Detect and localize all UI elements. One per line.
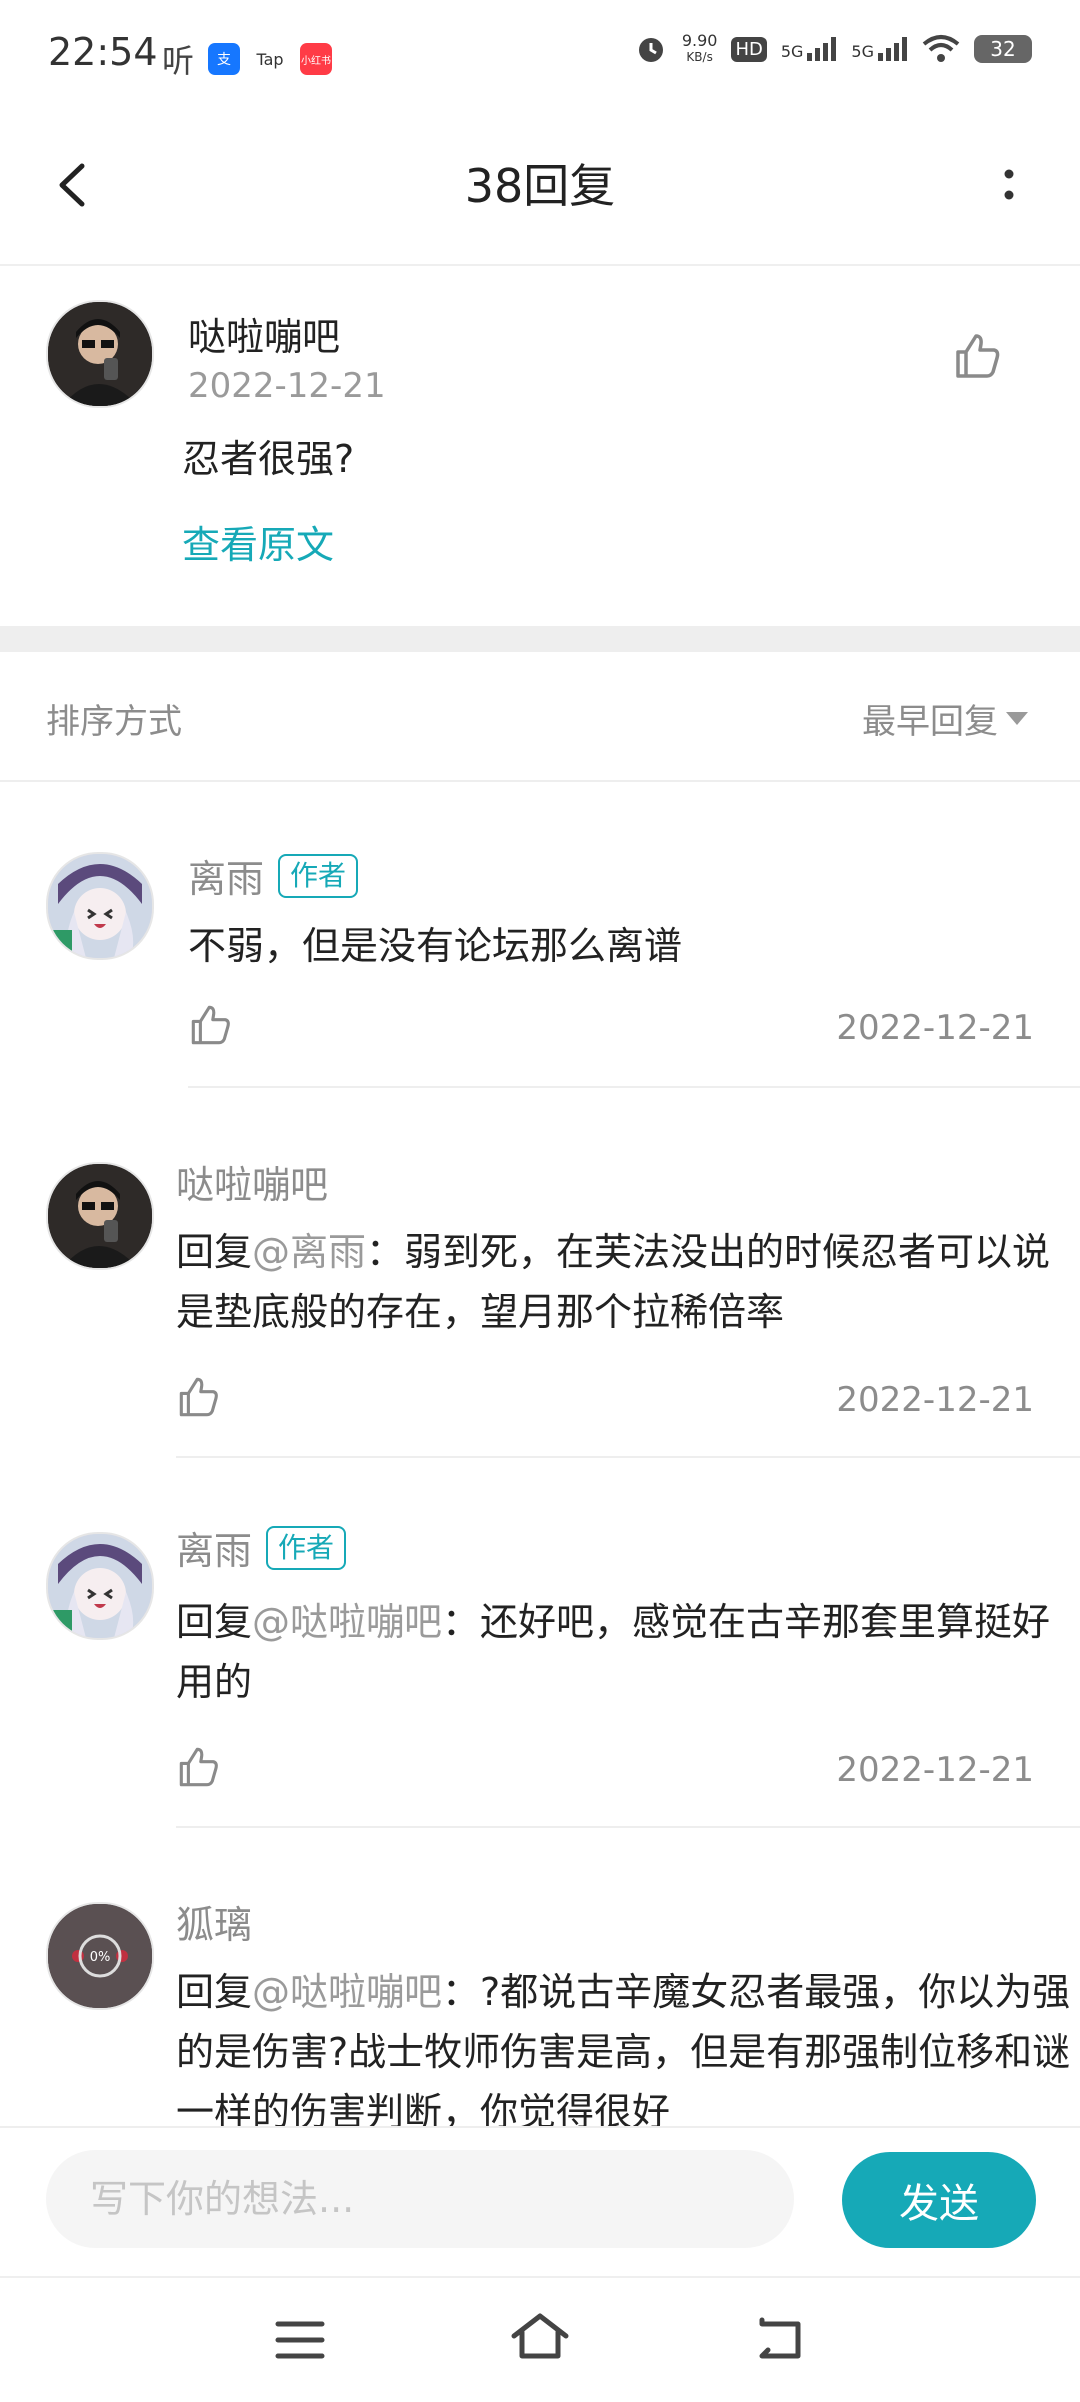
send-button[interactable]: 发送 bbox=[842, 2152, 1036, 2248]
back-nav-button[interactable] bbox=[748, 2312, 812, 2372]
anime-avatar-image bbox=[48, 1534, 152, 1638]
original-comment: 哒啦嘣吧 2022-12-21 忍者很强? 查看原文 bbox=[0, 266, 1080, 626]
reply-date: 2022-12-21 bbox=[836, 1008, 1034, 1048]
comment-text: 忍者很强? bbox=[182, 437, 355, 481]
loading-avatar-image: 0% bbox=[48, 1904, 152, 2008]
thumbs-up-icon bbox=[191, 1005, 230, 1045]
reply-item: 离雨 作者 不弱，但是没有论坛那么离谱 2022-12-21 bbox=[0, 780, 1080, 1090]
menu-icon bbox=[275, 2321, 325, 2359]
caret-down-icon bbox=[1006, 712, 1028, 725]
avatar[interactable] bbox=[46, 1162, 154, 1270]
network-speed: 9.90 KB/s bbox=[681, 31, 718, 65]
anime-avatar-image bbox=[48, 854, 152, 958]
author-badge: 作者 bbox=[278, 853, 359, 898]
reply-author[interactable]: 哒啦嘣吧 bbox=[176, 1154, 328, 1209]
avatar[interactable]: 0% bbox=[46, 1902, 154, 2010]
wifi-icon bbox=[922, 35, 960, 62]
shopping-app-icon: 小红书 bbox=[300, 43, 333, 75]
mention-link[interactable]: @哒啦嘣吧 bbox=[252, 1600, 442, 1644]
more-vertical-icon bbox=[1004, 169, 1014, 200]
alarm-icon bbox=[638, 38, 663, 62]
reply-date: 2022-12-21 bbox=[836, 1750, 1034, 1790]
home-icon bbox=[511, 2313, 569, 2359]
status-right-icons: 9.90 KB/s HD 5G 5G 32 bbox=[634, 32, 1032, 66]
reply-author[interactable]: 狐璃 bbox=[176, 1894, 252, 1949]
divider bbox=[188, 1086, 1080, 1088]
reply-item: 离雨 作者 回复@哒啦嘣吧：还好吧，感觉在古辛那套里算挺好用的 2022-12-… bbox=[0, 1460, 1080, 1830]
reply-header: 离雨 作者 bbox=[176, 1520, 347, 1575]
reply-author[interactable]: 离雨 bbox=[188, 848, 264, 903]
avatar[interactable] bbox=[46, 300, 154, 408]
sort-label: 排序方式 bbox=[46, 702, 182, 742]
comment-date: 2022-12-21 bbox=[188, 366, 386, 406]
listen-indicator: 听 bbox=[162, 42, 195, 80]
page-title: 38回复 bbox=[464, 159, 616, 213]
reply-item: 哒啦嘣吧 回复@离雨：弱到死，在芙法没出的时候忍者可以说是垫底般的存在，望月那个… bbox=[0, 1090, 1080, 1460]
reply-header: 离雨 作者 bbox=[188, 848, 359, 903]
thumbs-up-icon bbox=[179, 1377, 218, 1417]
section-divider bbox=[0, 626, 1080, 652]
status-bar: 22:54 听 支 Tap 小红书 9.90 KB/s HD 5G 5G 32 bbox=[0, 0, 1080, 110]
battery-icon: 32 bbox=[974, 35, 1032, 63]
like-button[interactable] bbox=[188, 1002, 234, 1052]
comment-input[interactable] bbox=[46, 2150, 794, 2248]
user-photo-image bbox=[48, 302, 152, 406]
sort-value: 最早回复 bbox=[862, 702, 998, 742]
mention-link[interactable]: @哒啦嘣吧 bbox=[252, 1970, 442, 2014]
avatar-progress-label: 0% bbox=[90, 1950, 111, 1965]
reply-text: 回复@哒啦嘣吧：?都说古辛魔女忍者最强，你以为强的是伤害?战士牧师伤害是高，但是… bbox=[176, 1970, 1071, 2126]
reply-text: 不弱，但是没有论坛那么离谱 bbox=[188, 924, 683, 968]
reply-text: 回复@哒啦嘣吧：还好吧，感觉在古辛那套里算挺好用的 bbox=[176, 1600, 1051, 1704]
reply-date: 2022-12-21 bbox=[836, 1380, 1034, 1420]
top-app-bar: 38回复 bbox=[0, 110, 1080, 266]
sort-dropdown[interactable]: 最早回复 bbox=[862, 694, 1028, 743]
taptap-app-icon: Tap bbox=[254, 43, 287, 75]
sort-bar: 排序方式 最早回复 bbox=[0, 652, 1080, 782]
reply-text: 回复@离雨：弱到死，在芙法没出的时候忍者可以说是垫底般的存在，望月那个拉稀倍率 bbox=[176, 1230, 1051, 1334]
more-options-button[interactable] bbox=[974, 150, 1044, 220]
like-button[interactable] bbox=[176, 1744, 222, 1794]
divider bbox=[176, 1456, 1080, 1458]
avatar[interactable] bbox=[46, 1532, 154, 1640]
thumbs-up-icon bbox=[179, 1747, 218, 1787]
avatar[interactable] bbox=[46, 852, 154, 960]
alipay-app-icon: 支 bbox=[208, 43, 241, 75]
signal-icon-2: 5G bbox=[851, 37, 908, 61]
thumbs-up-icon bbox=[956, 334, 1000, 378]
signal-icon-1: 5G bbox=[781, 37, 838, 61]
comment-composer: 发送 bbox=[0, 2126, 1080, 2278]
view-original-link[interactable]: 查看原文 bbox=[182, 514, 334, 569]
like-button[interactable] bbox=[952, 330, 1004, 386]
author-badge: 作者 bbox=[266, 1525, 347, 1570]
reply-item: 0% 狐璃 回复@哒啦嘣吧：?都说古辛魔女忍者最强，你以为强的是伤害?战士牧师伤… bbox=[0, 1830, 1080, 2126]
system-nav-bar bbox=[0, 2276, 1080, 2402]
menu-nav-button[interactable] bbox=[268, 2312, 332, 2372]
home-nav-button[interactable] bbox=[508, 2308, 572, 2372]
reply-author[interactable]: 离雨 bbox=[176, 1520, 252, 1575]
hd-icon: HD bbox=[731, 36, 767, 62]
user-photo-image bbox=[48, 1164, 152, 1268]
status-notification-icons: 听 支 Tap 小红书 bbox=[162, 36, 333, 82]
back-arrow-icon bbox=[759, 2317, 801, 2359]
status-time: 22:54 bbox=[48, 30, 158, 74]
divider bbox=[176, 1826, 1080, 1828]
like-button[interactable] bbox=[176, 1374, 222, 1424]
comment-author[interactable]: 哒啦嘣吧 bbox=[188, 306, 340, 361]
mention-link[interactable]: @离雨 bbox=[252, 1230, 366, 1274]
